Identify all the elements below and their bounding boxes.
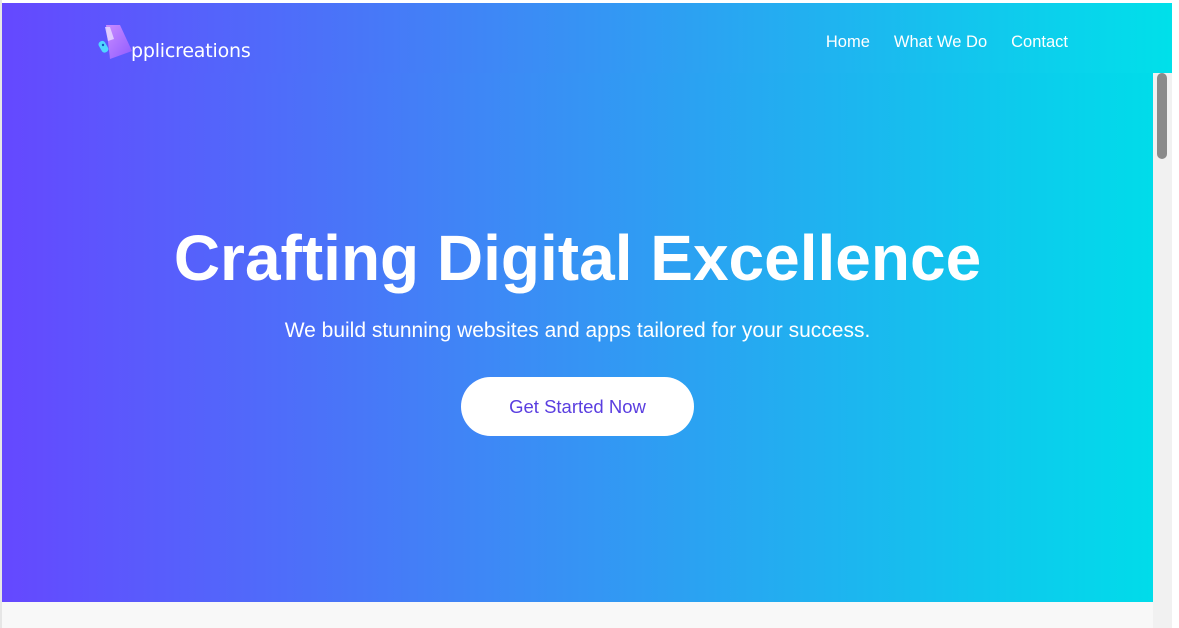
window-right-edge (1172, 0, 1179, 628)
main-nav: Home What We Do Contact (826, 33, 1068, 52)
brand-logo[interactable]: pplicreations (98, 21, 251, 63)
window-left-edge (0, 0, 2, 628)
nav-link-contact[interactable]: Contact (1011, 33, 1068, 52)
nav-link-what-we-do[interactable]: What We Do (894, 33, 987, 52)
hero-section (2, 3, 1153, 602)
hero-title: Crafting Digital Excellence (173, 222, 982, 294)
site-header: pplicreations Home What We Do Contact (2, 3, 1172, 73)
brand-logo-text: pplicreations (131, 40, 251, 62)
scrollbar-thumb[interactable] (1157, 73, 1167, 159)
get-started-button[interactable]: Get Started Now (461, 377, 694, 436)
next-section-edge (2, 602, 1153, 628)
nav-link-home[interactable]: Home (826, 33, 870, 52)
brand-logo-mark-icon (98, 23, 134, 63)
browser-viewport: pplicreations Home What We Do Contact Cr… (0, 0, 1179, 628)
hero-subtitle: We build stunning websites and apps tail… (284, 319, 871, 342)
